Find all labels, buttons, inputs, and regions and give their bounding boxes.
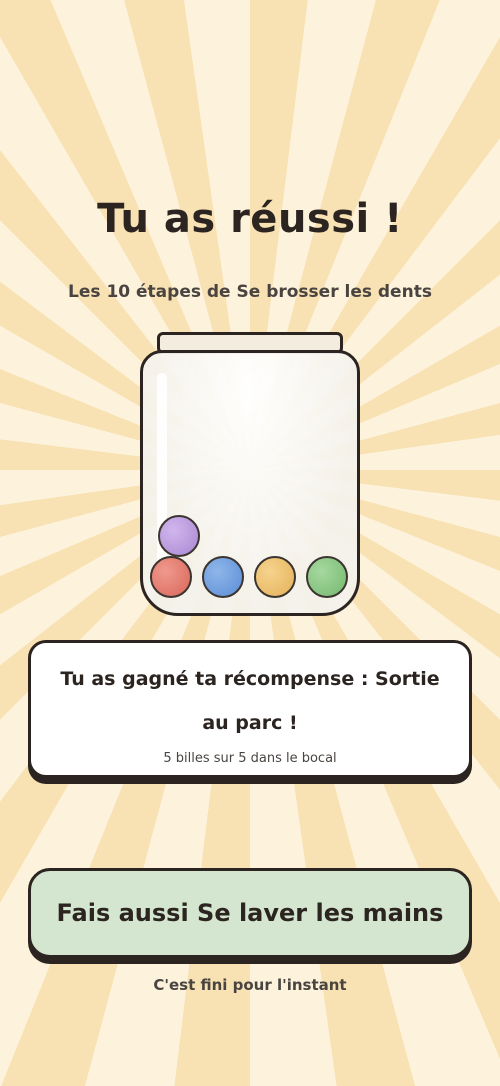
success-screen: Tu as réussi ! Les 10 étapes de Se bross…: [0, 0, 500, 1086]
finish-link[interactable]: C'est fini pour l'instant: [0, 976, 500, 994]
marble-green: [306, 556, 348, 598]
marble-yellow: [254, 556, 296, 598]
page-title: Tu as réussi !: [97, 196, 403, 242]
marble-blue: [202, 556, 244, 598]
reward-message: Tu as gagné ta récompense : Sortie au pa…: [60, 668, 440, 734]
marble-count-text: 5 billes sur 5 dans le bocal: [163, 751, 337, 766]
marble-red: [150, 556, 192, 598]
routine-subtitle: Les 10 étapes de Se brosser les dents: [68, 282, 432, 302]
reward-card: Tu as gagné ta récompense : Sortie au pa…: [28, 640, 472, 778]
next-routine-button[interactable]: Fais aussi Se laver les mains: [28, 868, 472, 958]
marble-purple: [158, 515, 200, 557]
